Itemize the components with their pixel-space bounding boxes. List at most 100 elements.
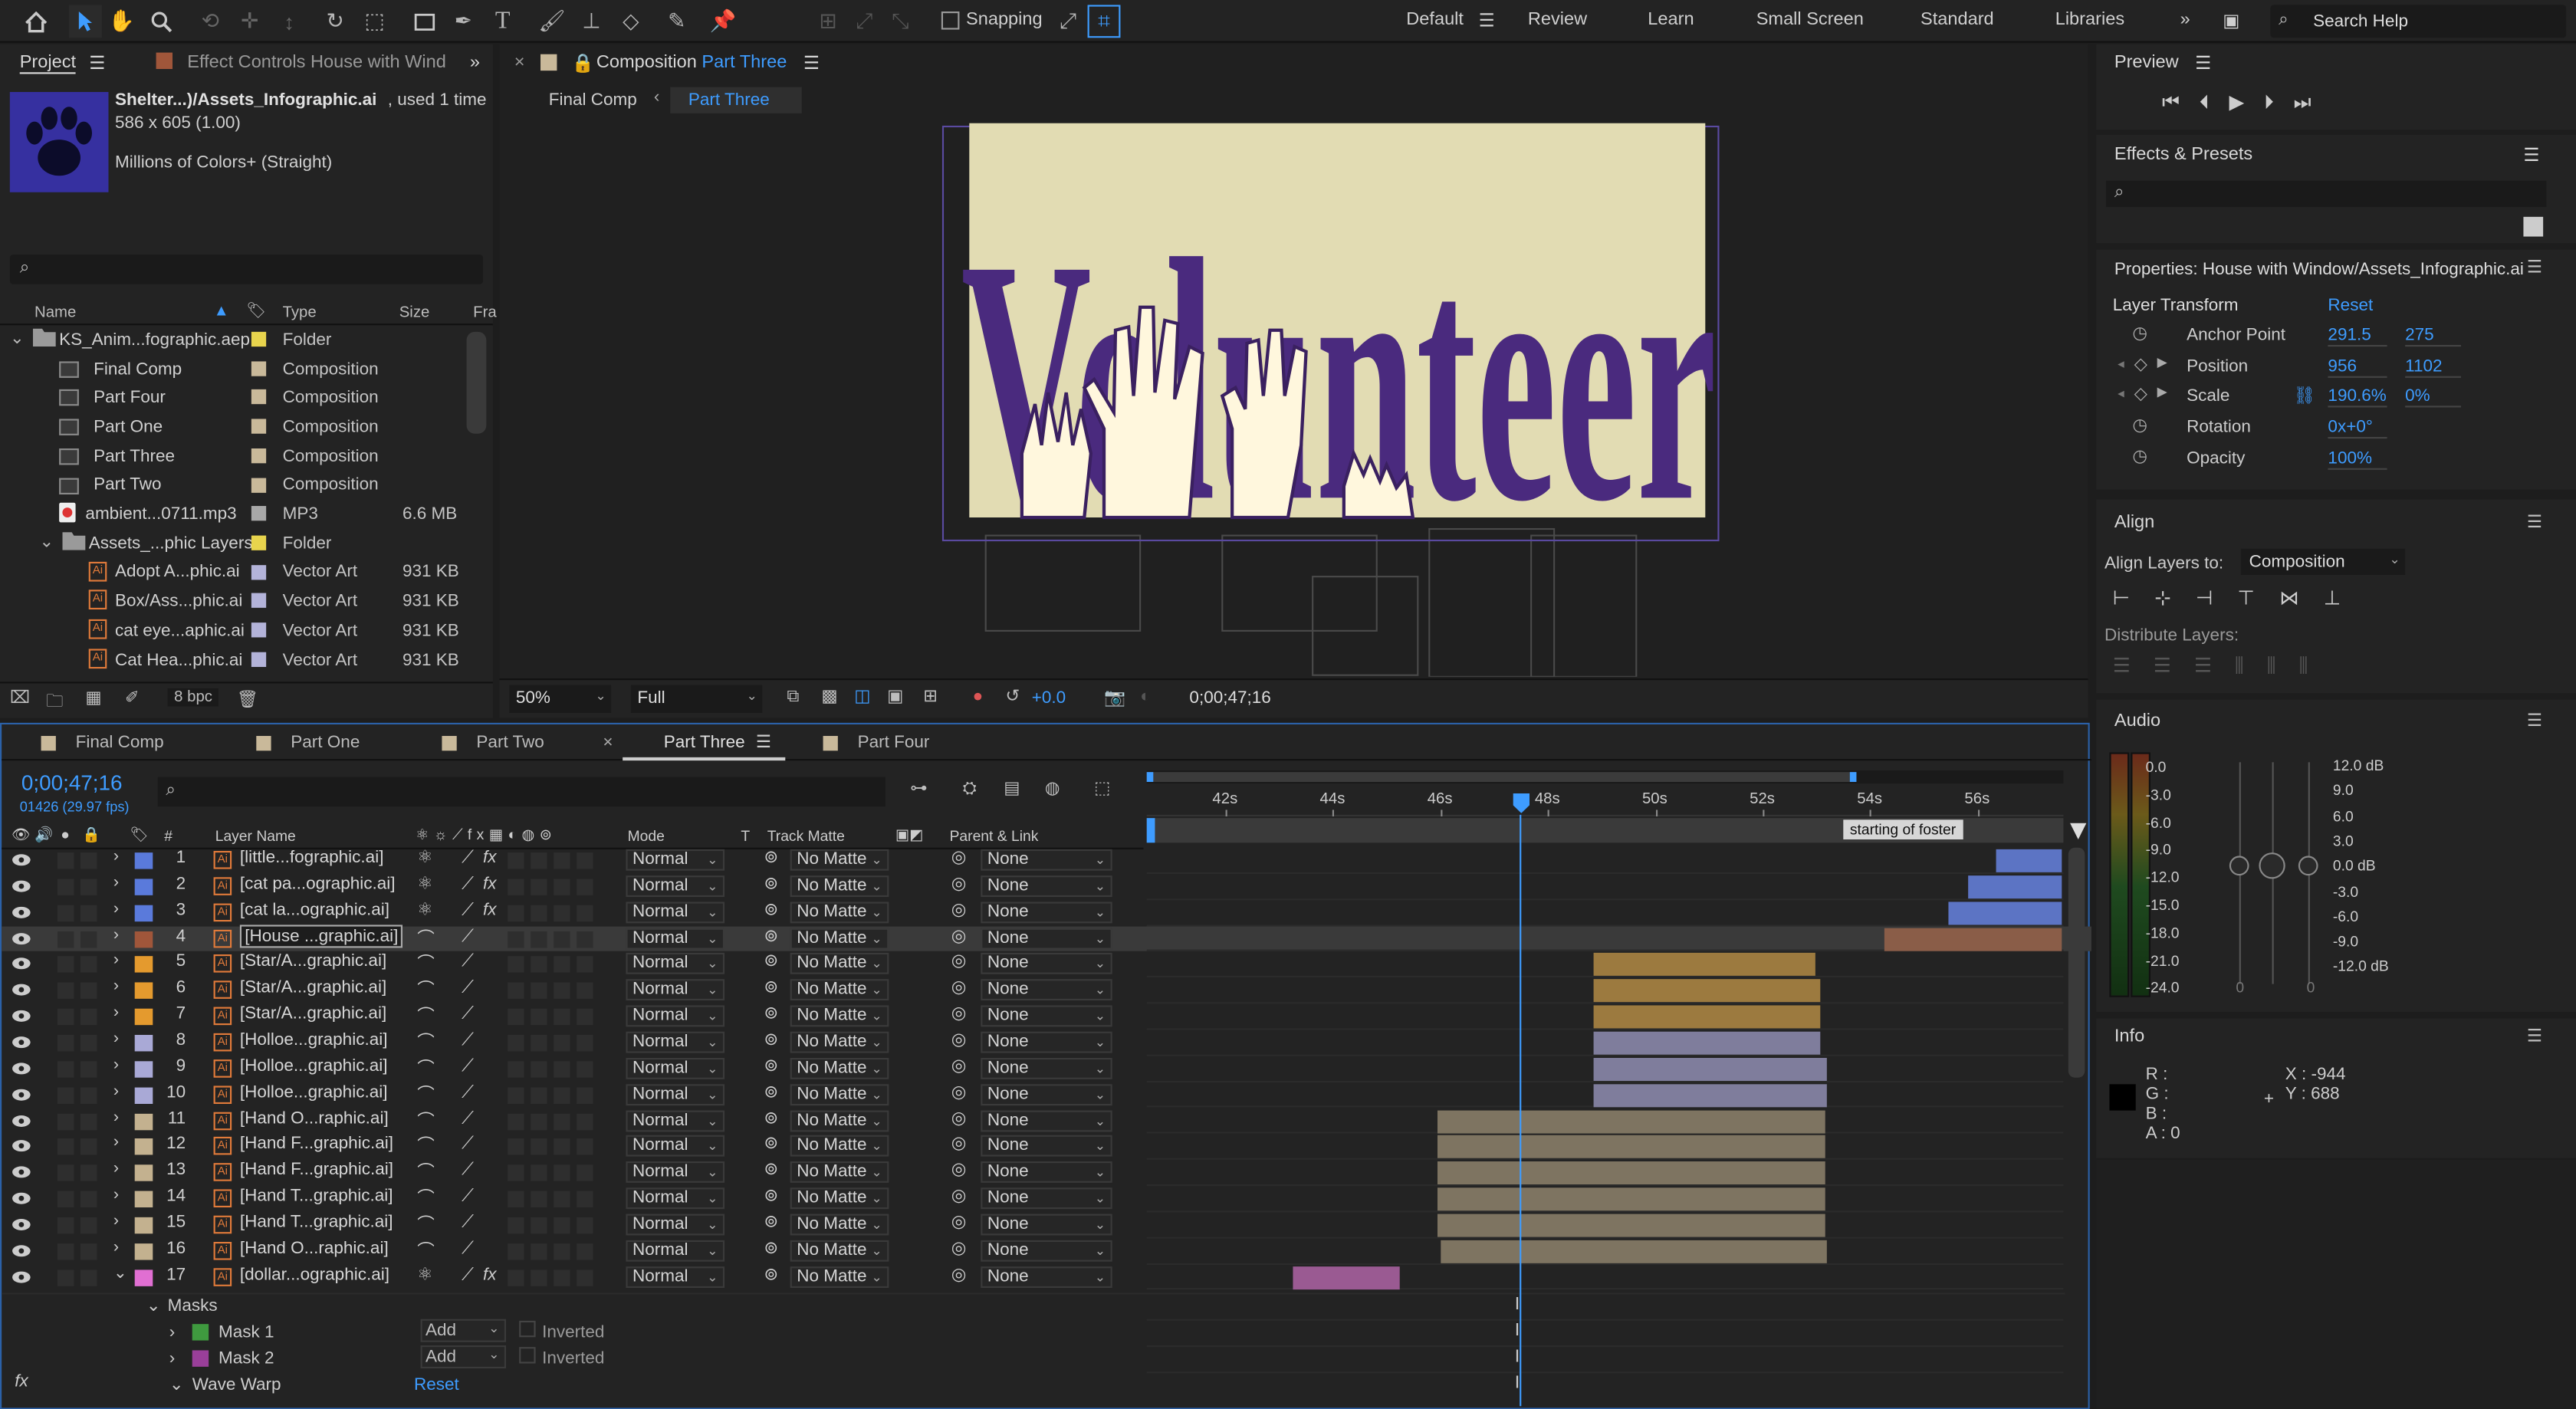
workspace-learn[interactable]: Learn — [1648, 10, 1694, 30]
wave-warp-effect[interactable]: Wave Warp — [192, 1375, 281, 1395]
matte-link-icon[interactable]: ⊚ — [764, 1134, 778, 1154]
eye-icon[interactable] — [12, 931, 31, 945]
quality-icon[interactable]: ⟋ — [462, 900, 474, 921]
dist-bottom-icon[interactable]: ☰ — [2194, 654, 2212, 678]
layer-row[interactable]: › 7 Ai [Star/A...graphic.ai] ⌒ ⟋ Normal ⌄ ⊚ No Ma… — [2, 1003, 2091, 1030]
switch-box[interactable] — [554, 1164, 570, 1182]
switch-box[interactable] — [508, 1138, 524, 1156]
track-matte-select[interactable]: No Matte ⌄ — [790, 1135, 889, 1158]
solo-toggle[interactable] — [58, 1034, 74, 1052]
last-frame-icon[interactable]: ⏭ — [2294, 90, 2312, 115]
label-swatch[interactable] — [251, 506, 267, 521]
collapse-transform-icon[interactable]: ⚛ — [417, 874, 432, 894]
switch-box[interactable] — [554, 1008, 570, 1026]
solo-toggle[interactable] — [58, 982, 74, 1000]
project-item[interactable]: Part Two Composition — [0, 471, 493, 500]
layer-row[interactable]: ⌄ 17 Ai [dollar...ographic.ai] ⚛ ⟋ fx Normal ⌄ ⊚ N… — [2, 1264, 2091, 1291]
dist-left-icon[interactable]: ⫼ — [2235, 654, 2244, 678]
layer-name[interactable]: [House ...graphic.ai] — [239, 924, 403, 948]
quality-icon[interactable]: ⟋ — [462, 1238, 474, 1260]
switch-box[interactable] — [508, 1060, 524, 1078]
switch-box[interactable] — [508, 956, 524, 974]
zoom-select[interactable]: 50% ⌄ — [509, 685, 612, 713]
matte-link-icon[interactable]: ⊚ — [764, 1082, 778, 1102]
blend-mode-select[interactable]: Normal ⌄ — [626, 953, 724, 975]
align-distribute-icon[interactable]: ⊞ — [812, 5, 845, 38]
property-value-2[interactable]: 1102 — [2405, 356, 2461, 378]
blend-mode-select[interactable]: Normal ⌄ — [626, 1214, 724, 1236]
solo-toggle[interactable] — [58, 1060, 74, 1078]
solo-toggle[interactable] — [58, 1269, 74, 1286]
track-matte-select[interactable]: No Matte ⌄ — [790, 875, 889, 897]
project-tab[interactable]: Project ☰ — [19, 44, 105, 80]
eye-icon[interactable] — [12, 1035, 31, 1049]
switch-box[interactable] — [577, 1138, 593, 1156]
switch-box[interactable] — [508, 982, 524, 1000]
play-icon[interactable]: ▶ — [2229, 90, 2244, 115]
eye-icon[interactable] — [12, 1217, 31, 1232]
pickwhip-icon[interactable]: ◎ — [951, 1082, 967, 1102]
pickwhip-icon[interactable]: ◎ — [951, 1056, 967, 1076]
layer-name[interactable]: [Star/A...graphic.ai] — [240, 952, 386, 972]
switch-box[interactable] — [508, 1191, 524, 1208]
lock-toggle[interactable] — [80, 1269, 97, 1286]
eye-icon[interactable] — [12, 852, 31, 867]
quality-icon[interactable]: ⟋ — [462, 1108, 474, 1129]
quality-icon[interactable]: ⟋ — [462, 1212, 474, 1233]
label-swatch[interactable] — [251, 622, 267, 638]
matte-link-icon[interactable]: ⊚ — [764, 848, 778, 868]
eye-icon[interactable] — [12, 1165, 31, 1180]
layer-label-swatch[interactable] — [134, 1191, 153, 1208]
shy-switch-icon[interactable]: ⌒ — [417, 1082, 435, 1106]
timeline-scrollbar[interactable] — [2068, 847, 2085, 1078]
matte-link-icon[interactable]: ⊚ — [764, 1108, 778, 1128]
track-matte-select[interactable]: No Matte ⌄ — [790, 849, 889, 871]
orbit-tool-icon[interactable]: ⟲ — [194, 5, 227, 38]
switch-box[interactable] — [531, 1191, 547, 1208]
col-frame[interactable]: Fra — [473, 304, 497, 322]
layer-name[interactable]: [Hand F...graphic.ai] — [240, 1134, 393, 1154]
solo-toggle[interactable] — [58, 1243, 74, 1260]
layer-row[interactable]: › 9 Ai [Holloe...graphic.ai] ⌒ ⟋ Normal ⌄ ⊚ No Ma… — [2, 1056, 2091, 1082]
fx-switch-icon[interactable]: fx — [483, 848, 497, 868]
wave-warp-disclosure-icon[interactable]: ⌄ — [169, 1375, 184, 1395]
layer-label-swatch[interactable] — [134, 1008, 153, 1026]
project-search-input[interactable]: ⌕ — [9, 255, 484, 284]
track-matte-select[interactable]: No Matte ⌄ — [790, 1109, 889, 1131]
timeline-search-input[interactable]: ⌕ — [157, 777, 886, 807]
layer-duration-bar[interactable] — [1593, 1005, 1821, 1029]
align-top-icon[interactable]: ⊤ — [2238, 586, 2255, 609]
align-hcenter-icon[interactable]: ⊹ — [2154, 586, 2171, 609]
shy-switch-icon[interactable]: ⌒ — [417, 1212, 435, 1237]
matte-link-icon[interactable]: ⊚ — [764, 1212, 778, 1232]
keyframe-icon[interactable]: ◇ — [2134, 354, 2147, 374]
breadcrumb-final-comp[interactable]: Final Comp — [549, 90, 637, 110]
layer-disclosure-icon[interactable]: › — [113, 1030, 119, 1048]
layer-row[interactable]: › 3 Ai [cat la...ographic.ai] ⚛ ⟋ fx Normal ⌄ ⊚ No… — [2, 900, 2091, 926]
pickwhip-icon[interactable]: ◎ — [951, 1108, 967, 1128]
switch-box[interactable] — [531, 931, 547, 948]
switch-box[interactable] — [531, 956, 547, 974]
info-menu-icon[interactable]: ☰ — [2527, 1026, 2542, 1046]
frame-blending-icon[interactable]: ▤ — [1004, 779, 1020, 799]
layer-name[interactable]: [Hand F...graphic.ai] — [240, 1160, 393, 1180]
align-bottom-icon[interactable]: ⊥ — [2324, 586, 2341, 609]
blend-mode-select[interactable]: Normal ⌄ — [626, 1135, 724, 1158]
track-matte-select[interactable]: No Matte ⌄ — [790, 1083, 889, 1105]
switch-box[interactable] — [577, 1086, 593, 1104]
adjust-settings-icon[interactable]: ✐ — [125, 688, 140, 708]
switch-box[interactable] — [531, 1269, 547, 1286]
layer-duration-bar[interactable] — [1441, 1240, 1827, 1263]
label-swatch[interactable] — [251, 448, 267, 463]
solo-toggle[interactable] — [58, 1164, 74, 1182]
dolly-tool-icon[interactable]: ↕ — [273, 5, 306, 38]
switch-box[interactable] — [554, 1060, 570, 1078]
dist-right-icon[interactable]: ⫼ — [2299, 654, 2308, 678]
pickwhip-icon[interactable]: ◎ — [951, 848, 967, 868]
shy-switch-icon[interactable]: ⌒ — [417, 926, 435, 951]
solo-toggle[interactable] — [58, 1138, 74, 1156]
layer-row[interactable]: › 5 Ai [Star/A...graphic.ai] ⌒ ⟋ Normal ⌄ ⊚ No Ma… — [2, 952, 2091, 978]
layer-disclosure-icon[interactable]: › — [113, 1212, 119, 1230]
layer-name[interactable]: [Hand T...graphic.ai] — [240, 1212, 393, 1232]
lock-toggle[interactable] — [80, 852, 97, 869]
